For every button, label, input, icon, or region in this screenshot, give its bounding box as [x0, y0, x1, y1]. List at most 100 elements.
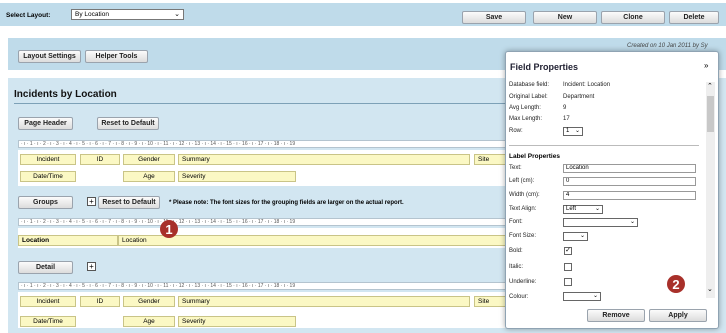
row-select[interactable]: 1 ⌄ — [563, 127, 583, 136]
apply-label: Apply — [668, 312, 688, 319]
row-label: Row: — [509, 128, 523, 134]
collapse-icon[interactable]: » — [704, 61, 708, 70]
layout-select-value: By Location — [75, 11, 109, 18]
bold-label: Bold: — [509, 248, 523, 254]
chevron-down-icon: ⌄ — [594, 206, 600, 212]
font-size-select[interactable]: ⌄ — [563, 232, 588, 241]
chevron-down-icon: ⌄ — [174, 11, 180, 18]
detail-field-date-time[interactable]: Date/Time — [20, 316, 76, 327]
ruler-groups: · ı · 1 · ı · 2 · ı · 3 · ı · 4 · ı · 5 … — [18, 218, 506, 226]
new-button[interactable]: New — [533, 11, 597, 24]
add-group-icon[interactable]: + — [87, 197, 96, 206]
new-label: New — [557, 14, 573, 21]
field-incident[interactable]: Incident — [20, 154, 76, 165]
underline-checkbox[interactable] — [564, 278, 572, 286]
orig-label-label: Original Label: — [509, 94, 548, 100]
reset-default-button-groups[interactable]: Reset to Default — [98, 196, 160, 209]
row-value: 1 — [566, 128, 570, 134]
helper-tools-button[interactable]: Helper Tools — [85, 50, 148, 63]
field-date-time[interactable]: Date/Time — [20, 171, 76, 182]
field-age[interactable]: Age — [123, 171, 175, 182]
text-align-value: Left — [566, 206, 577, 212]
field-site[interactable]: Site — [474, 154, 506, 165]
width-input[interactable]: 4 — [563, 191, 696, 200]
left-input[interactable]: 0 — [563, 177, 696, 186]
font-label: Font: — [509, 219, 523, 225]
layout-select[interactable]: By Location ⌄ — [71, 9, 184, 20]
orig-label-value: Department — [563, 94, 595, 100]
font-size-label: Font Size: — [509, 233, 537, 239]
field-severity[interactable]: Severity — [178, 171, 296, 182]
detail-field-summary[interactable]: Summary — [178, 296, 470, 307]
field-gender[interactable]: Gender — [123, 154, 175, 165]
save-button[interactable]: Save — [462, 11, 526, 24]
layout-settings-button[interactable]: Layout Settings — [18, 50, 81, 63]
panel-title: Field Properties — [510, 62, 579, 72]
reset-default-label: Reset to Default — [102, 199, 156, 206]
font-select[interactable]: ⌄ — [563, 218, 638, 227]
detail-field-gender[interactable]: Gender — [123, 296, 175, 307]
chevron-down-icon: ⌄ — [629, 219, 635, 225]
ruler-detail: · ı · 1 · ı · 2 · ı · 3 · ı · 4 · ı · 5 … — [18, 282, 506, 290]
text-input[interactable]: Location — [563, 164, 696, 173]
created-text: Created on 10 Jan 2011 by Sy — [627, 43, 708, 49]
apply-button[interactable]: Apply — [649, 309, 707, 322]
max-length-value: 17 — [563, 116, 570, 122]
field-id[interactable]: ID — [80, 154, 120, 165]
layout-settings-label: Layout Settings — [23, 53, 76, 60]
detail-field-site[interactable]: Site — [474, 296, 506, 307]
callout-marker-1: 1 — [160, 220, 178, 238]
page-header-button[interactable]: Page Header — [18, 117, 73, 130]
scroll-thumb[interactable] — [707, 96, 714, 132]
max-length-label: Max Length: — [509, 116, 543, 122]
add-detail-icon[interactable]: + — [87, 262, 96, 271]
remove-button[interactable]: Remove — [587, 309, 645, 322]
detail-field-severity[interactable]: Severity — [178, 316, 296, 327]
detail-button[interactable]: Detail — [18, 261, 73, 274]
colour-label: Colour: — [509, 294, 529, 300]
avg-length-value: 9 — [563, 105, 567, 111]
group-field-location-value[interactable]: Location — [118, 235, 506, 246]
scroll-down-icon[interactable]: ⌄ — [707, 285, 713, 293]
group-field-location-label[interactable]: Location — [18, 235, 118, 246]
groups-button[interactable]: Groups — [18, 196, 73, 209]
save-label: Save — [485, 14, 503, 21]
width-label: Width (cm): — [509, 192, 540, 198]
callout-marker-2: 2 — [667, 275, 685, 293]
italic-checkbox[interactable] — [564, 263, 572, 271]
groups-label: Groups — [33, 199, 58, 206]
detail-field-age[interactable]: Age — [123, 316, 175, 327]
delete-label: Delete — [683, 14, 705, 21]
field-summary[interactable]: Summary — [178, 154, 470, 165]
remove-label: Remove — [602, 312, 630, 319]
db-field-value: Incident: Location — [563, 82, 611, 88]
reset-default-label: Reset to Default — [101, 120, 155, 127]
reset-default-button-header[interactable]: Reset to Default — [97, 117, 159, 130]
clone-label: Clone — [623, 14, 643, 21]
colour-select[interactable]: ⌄ — [563, 292, 601, 301]
underline-label: Underline: — [509, 279, 537, 285]
report-title: Incidents by Location — [14, 89, 117, 100]
detail-label: Detail — [35, 264, 56, 271]
left-label: Left (cm): — [509, 178, 535, 184]
text-align-label: Text Align: — [509, 206, 537, 212]
panel-scrollbar[interactable]: ⌃ ⌄ — [706, 82, 715, 298]
delete-button[interactable]: Delete — [669, 11, 719, 24]
detail-field-id[interactable]: ID — [80, 296, 120, 307]
ruler-header: · ı · 1 · ı · 2 · ı · 3 · ı · 4 · ı · 5 … — [18, 140, 506, 148]
bold-checkbox[interactable]: ✓ — [564, 247, 572, 255]
label-properties-heading: Label Properties — [509, 153, 560, 160]
text-label: Text: — [509, 165, 522, 171]
chevron-down-icon: ⌄ — [579, 233, 585, 239]
field-properties-panel: Field Properties » Database field: Incid… — [505, 51, 719, 329]
title-underline — [14, 103, 506, 104]
db-field-label: Database field: — [509, 82, 550, 88]
avg-length-label: Avg Length: — [509, 105, 541, 111]
clone-button[interactable]: Clone — [601, 11, 665, 24]
page-header-label: Page Header — [24, 120, 67, 127]
detail-field-incident[interactable]: Incident — [20, 296, 76, 307]
text-align-select[interactable]: Left ⌄ — [563, 205, 603, 214]
helper-tools-label: Helper Tools — [95, 53, 138, 60]
scroll-up-icon[interactable]: ⌃ — [707, 82, 713, 90]
chevron-down-icon: ⌄ — [574, 128, 580, 134]
